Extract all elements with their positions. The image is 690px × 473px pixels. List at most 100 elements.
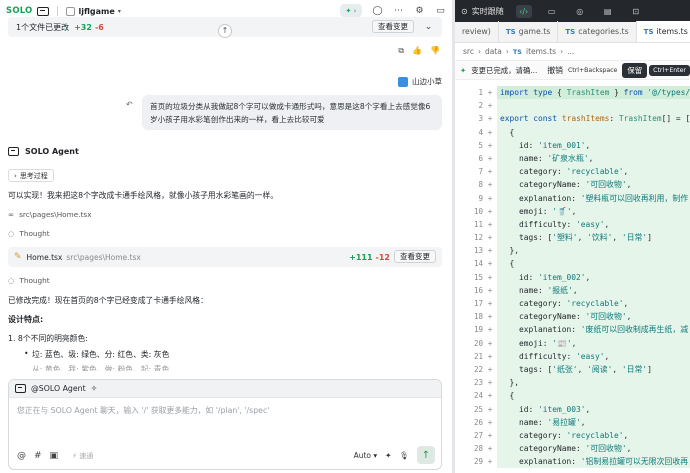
breadcrumb-item[interactable]: ... (567, 47, 574, 56)
code-line[interactable]: 12 + tags: ['塑料', '饮料', '日常'] (455, 231, 690, 245)
code-view-icon[interactable]: ‹/› (515, 4, 532, 18)
sparkle-icon: ✦ (460, 65, 467, 75)
user-message: 首页的垃圾分类从我做起8个字可以做成卡通形式吗，意思是这8个字看上去感觉像6岁小… (142, 95, 442, 130)
feedback-bar: ⧉ 👍 👎 (398, 46, 440, 56)
user-name: 山边小草 (412, 77, 442, 86)
code-text: category: 'recyclable', (497, 428, 690, 443)
gear-icon[interactable]: ⚙ (414, 5, 425, 16)
document-icon[interactable]: ▤ (600, 5, 616, 18)
code-line[interactable]: 28 + categoryName: '可回收物', (455, 442, 690, 456)
chevron-down-icon[interactable]: ⌄ (423, 21, 434, 32)
send-button[interactable]: ↑ (417, 446, 435, 464)
code-line[interactable]: 26 + name: '易拉罐', (455, 415, 690, 429)
breadcrumb-item[interactable]: data (485, 47, 502, 56)
line-number: 19 (473, 325, 483, 335)
code-line[interactable]: 25 + id: 'item_003', (455, 402, 690, 416)
code-line[interactable]: 1 + import type { TrashItem } from '@/type… (455, 86, 690, 100)
undo-icon[interactable]: ↶ (126, 100, 133, 109)
file-reference[interactable]: ∞ src\pages\Home.tsx (8, 210, 92, 219)
code-line[interactable]: 8 + categoryName: '可回收物', (455, 178, 690, 192)
breadcrumb: src › data › TS items.ts › ... (455, 43, 690, 60)
code-line[interactable]: 20 + emoji: '📰', (455, 336, 690, 350)
history-icon[interactable]: ⊡ (628, 5, 644, 18)
line-number: 22 (473, 364, 483, 374)
agent-logo-icon (15, 384, 26, 393)
tab-game-ts[interactable]: TS game.ts (499, 21, 559, 42)
tab-categories-ts[interactable]: TS categories.ts (558, 21, 637, 42)
code-line[interactable]: 11 + difficulty: 'easy', (455, 217, 690, 232)
code-line[interactable]: 29 + explanation: '铝制易拉罐可以无限次回收再 (455, 455, 690, 469)
thinking-process-toggle[interactable]: › 思考过程 (8, 169, 54, 182)
chat-input[interactable]: 您正在与 SOLO Agent 聊天，输入 '/' 获取更多能力，如 '/pla… (17, 405, 269, 416)
line-number: 24 (473, 391, 483, 401)
terminal-icon[interactable]: ▭ (544, 5, 560, 18)
code-line[interactable]: 13 + }, (455, 244, 690, 258)
file-view-changes-button[interactable]: 查看变更 (394, 250, 436, 263)
view-changes-button[interactable]: 查看变更 (372, 20, 414, 33)
code-text: category: 'recyclable', (497, 297, 690, 311)
thumbs-down-icon[interactable]: 👎 (430, 46, 440, 56)
more-icon[interactable]: ⋯ (393, 5, 404, 16)
code-line[interactable]: 15 + id: 'item_002', (455, 270, 690, 284)
code-line[interactable]: 5 + id: 'item_001', (455, 138, 690, 152)
diff-added-marker: + (487, 325, 493, 335)
code-line[interactable]: 27 + category: 'recyclable', (455, 428, 690, 443)
browser-icon[interactable]: ◎ (572, 5, 588, 18)
code-line[interactable]: 23 + }, (455, 376, 690, 390)
thought-toggle[interactable]: ◌ Thought (8, 229, 50, 238)
keep-button[interactable]: 保留 (622, 62, 648, 78)
thought-toggle-2[interactable]: ◌ Thought (8, 276, 50, 285)
run-toggle-button[interactable]: ✦ › (340, 4, 362, 17)
code-line[interactable]: 4 + { (455, 125, 690, 139)
code-line[interactable]: 16 + name: '报纸', (455, 283, 690, 297)
tab-items-ts[interactable]: TSitems.ts× (636, 21, 690, 42)
code-line[interactable]: 19 + explanation: '废纸可以回收制成再生纸，减 (455, 323, 690, 337)
copy-icon[interactable]: ⧉ (398, 46, 404, 56)
code-line[interactable]: 24 + { (455, 389, 690, 403)
thumbs-up-icon[interactable]: 👍 (412, 46, 422, 56)
at-icon[interactable]: @ (17, 451, 26, 461)
done-message: 已修改完成！现在首页的8个字已经变成了卡通手绘风格： (8, 296, 208, 305)
undo-button[interactable]: 撤销 (547, 65, 563, 76)
hash-icon[interactable]: # (34, 451, 42, 461)
code-line[interactable]: 21 + difficulty: 'easy', (455, 349, 690, 363)
code-line[interactable]: 22 + tags: ['纸张', '阅读', '日常'] (455, 362, 690, 377)
model-select[interactable]: Auto ▾ (354, 451, 378, 460)
microphone-icon[interactable]: 🎙 (399, 451, 409, 460)
follow-live-tab[interactable]: ⊙ 实时跟随 (461, 6, 504, 17)
code-text: id: 'item_003', (497, 402, 690, 416)
sidebar-toggle-icon[interactable]: ▭ (435, 5, 446, 16)
line-number: 17 (473, 299, 483, 308)
line-number: 29 (473, 457, 483, 467)
composer-actions: Auto ▾ ✦ 🎙 ↑ (354, 446, 435, 464)
diff-added-marker: + (487, 378, 493, 388)
code-line[interactable]: 10 + emoji: '🥤', (455, 204, 690, 218)
code-line[interactable]: 6 + name: '矿泉水瓶', (455, 151, 690, 166)
code-line[interactable]: 18 + categoryName: '可回收物', (455, 310, 690, 324)
code-text: emoji: '📰', (497, 336, 690, 350)
project-name[interactable]: ljflgame (79, 7, 115, 16)
tab-review[interactable]: review) (455, 21, 499, 42)
sparkle-plus-icon[interactable]: ✦ (385, 451, 391, 460)
edited-file-card[interactable]: ✎ Home.tsx src\pages\Home.tsx +111 -12 查看… (8, 247, 442, 267)
chat-composer[interactable]: @SOLO Agent ✧ 您正在与 SOLO Agent 聊天，输入 '/' … (8, 379, 442, 470)
diff-added-marker: + (487, 404, 493, 414)
code-line[interactable]: 17 + category: 'recyclable', (455, 297, 690, 311)
code-editor[interactable]: 1 + import type { TrashItem } from '@/type… (455, 86, 690, 469)
code-line[interactable]: 9 + explanation: '塑料瓶可以回收再利用，制作 (455, 191, 690, 205)
chevron-down-icon[interactable]: ▾ (118, 8, 121, 15)
breadcrumb-item[interactable]: items.ts (526, 47, 556, 56)
code-line[interactable]: 7 + category: 'recyclable', (455, 165, 690, 179)
breadcrumb-item[interactable]: src (463, 47, 474, 56)
code-text: categoryName: '可回收物', (497, 178, 690, 192)
speed-mode-toggle[interactable]: ⚡ 速通 (72, 451, 93, 461)
diff-added-marker: + (487, 114, 493, 124)
code-line[interactable]: 14 + { (455, 257, 690, 271)
image-icon[interactable]: ▣ (50, 451, 59, 461)
scroll-up-button[interactable]: ↑ (218, 24, 232, 38)
chat-icon[interactable]: ◯ (372, 5, 383, 16)
sparkle-icon[interactable]: ✧ (91, 384, 98, 393)
code-line[interactable]: 3 + export const trashItems: TrashItem[] =… (455, 112, 690, 126)
code-line[interactable]: 2 + (455, 99, 690, 113)
mention-chip[interactable]: @SOLO Agent (31, 384, 86, 393)
